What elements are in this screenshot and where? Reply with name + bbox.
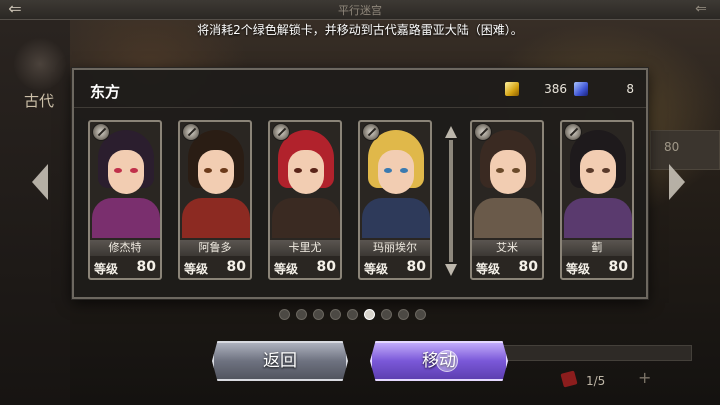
portrait-face: [198, 150, 234, 194]
character-level: 等级 80: [472, 258, 542, 278]
level-label: 等级: [566, 262, 591, 276]
character-name: 阿鲁多: [180, 240, 250, 256]
portrait-face: [288, 150, 324, 194]
level-value: 80: [226, 259, 246, 275]
swap-divider-icon: [445, 126, 457, 276]
character-name: 玛丽埃尔: [360, 240, 430, 256]
level-label: 等级: [476, 262, 501, 276]
portrait-eye: [294, 168, 302, 173]
tap-indicator: [436, 350, 458, 372]
top-bar: ⇐ 平行迷宫 ⇐: [0, 0, 720, 20]
plus-icon[interactable]: +: [638, 368, 651, 387]
character-card[interactable]: 蓟 等级 80: [560, 120, 634, 280]
portrait-eye: [400, 168, 408, 173]
portrait-eye: [496, 168, 504, 173]
page-dot[interactable]: [347, 309, 358, 320]
background-progress-bar: [500, 345, 692, 361]
portrait-eye: [602, 168, 610, 173]
portrait-eye: [512, 168, 520, 173]
blue-key-icon: [574, 82, 588, 96]
region-title: 东方: [90, 83, 121, 101]
sword-class-icon: [474, 123, 492, 141]
portrait-eye: [204, 168, 212, 173]
portrait-body: [182, 198, 250, 238]
character-card[interactable]: 修杰特 等级 80: [88, 120, 162, 280]
home-icon[interactable]: ⇐: [682, 0, 720, 20]
character-name: 蓟: [562, 240, 632, 256]
character-level: 等级 80: [90, 258, 160, 278]
background-level-value: 80: [664, 140, 680, 154]
page-indicator: [279, 309, 449, 321]
page-dot[interactable]: [279, 309, 290, 320]
portrait-face: [490, 150, 526, 194]
character-level: 等级 80: [180, 258, 250, 278]
level-value: 80: [316, 259, 336, 275]
return-button[interactable]: 返回: [212, 341, 348, 381]
portrait-face: [378, 150, 414, 194]
page-dot[interactable]: [313, 309, 324, 320]
gold-key-count: 386: [544, 82, 567, 96]
portrait-body: [272, 198, 340, 238]
character-name: 艾米: [472, 240, 542, 256]
portrait-eye: [130, 168, 138, 173]
sword-class-icon: [182, 123, 200, 141]
character-card[interactable]: 阿鲁多 等级 80: [178, 120, 252, 280]
portrait-body: [474, 198, 542, 238]
level-label: 等级: [94, 262, 119, 276]
screen-title: 平行迷宫: [338, 4, 382, 17]
character-name: 修杰特: [90, 240, 160, 256]
blue-key-counter: 8: [574, 82, 634, 98]
character-level: 等级 80: [562, 258, 632, 278]
character-card[interactable]: 卡里尤 等级 80: [268, 120, 342, 280]
page-dot[interactable]: [381, 309, 392, 320]
page-dot[interactable]: [415, 309, 426, 320]
level-label: 等级: [364, 262, 389, 276]
page-dot[interactable]: [398, 309, 409, 320]
shield-class-icon: [272, 123, 290, 141]
portrait-face: [108, 150, 144, 194]
portrait-body: [564, 198, 632, 238]
level-value: 80: [406, 259, 426, 275]
portrait-eye: [384, 168, 392, 173]
level-label: 等级: [184, 262, 209, 276]
gold-key-counter: 386: [505, 82, 567, 98]
sword-class-icon: [564, 123, 582, 141]
portrait-eye: [114, 168, 122, 173]
character-card[interactable]: 艾米 等级 80: [470, 120, 544, 280]
level-label: 等级: [274, 262, 299, 276]
level-value: 80: [136, 259, 156, 275]
sword-class-icon: [92, 123, 110, 141]
portrait-eye: [220, 168, 228, 173]
portrait-body: [362, 198, 430, 238]
previous-arrow-icon[interactable]: [30, 162, 50, 202]
page-dot[interactable]: [296, 309, 307, 320]
era-label: 古代: [24, 92, 55, 110]
portrait-body: [92, 198, 160, 238]
character-level: 等级 80: [270, 258, 340, 278]
portrait-eye: [310, 168, 318, 173]
ancient-emblem-icon: [14, 38, 66, 90]
character-card[interactable]: 玛丽埃尔 等级 80: [358, 120, 432, 280]
shield-class-icon: [362, 123, 380, 141]
next-arrow-icon[interactable]: [667, 162, 687, 202]
level-value: 80: [518, 259, 538, 275]
gold-key-icon: [505, 82, 519, 96]
page-dot[interactable]: [364, 309, 375, 320]
portrait-eye: [586, 168, 594, 173]
dialog-header: 东方 386 8: [74, 70, 646, 108]
character-name: 卡里尤: [270, 240, 340, 256]
page-dot[interactable]: [330, 309, 341, 320]
move-confirmation-message: 将消耗2个绿色解锁卡，并移动到古代嘉路雷亚大陆（困难）。: [197, 23, 523, 37]
party-dialog: 东方 386 8 修杰特 等级 80 阿鲁多 等级 80 卡里尤 等级 80 玛…: [72, 68, 648, 299]
level-value: 80: [608, 259, 628, 275]
blue-key-count: 8: [626, 82, 634, 96]
background-page-count: 1/5: [586, 374, 606, 388]
portrait-face: [580, 150, 616, 194]
character-level: 等级 80: [360, 258, 430, 278]
